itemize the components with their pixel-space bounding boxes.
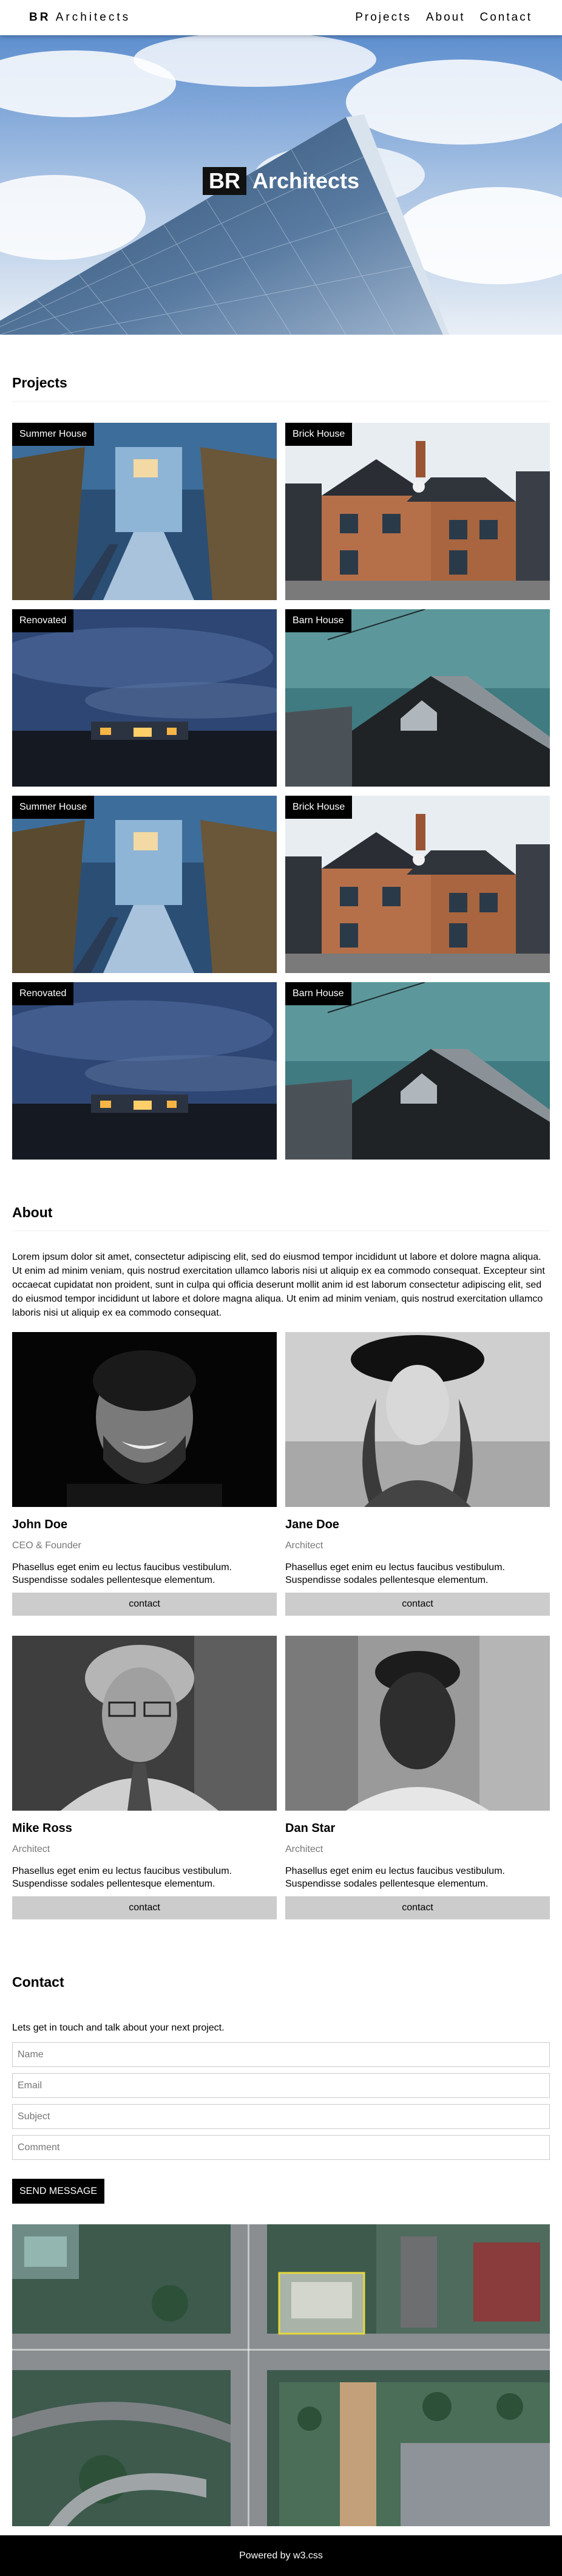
project-card[interactable]: Barn House bbox=[285, 982, 550, 1160]
project-label: Barn House bbox=[285, 609, 351, 632]
team-photo bbox=[285, 1332, 550, 1507]
project-card[interactable]: Brick House bbox=[285, 796, 550, 973]
team-role: Architect bbox=[12, 1844, 50, 1854]
barn-house-image bbox=[285, 609, 550, 787]
team-name: Jane Doe bbox=[285, 1518, 339, 1531]
contact-button[interactable]: contact bbox=[12, 1896, 277, 1919]
john-doe-photo bbox=[12, 1332, 277, 1507]
team-role: Architect bbox=[285, 1844, 323, 1854]
about-text: Lorem ipsum dolor sit amet, consectetur … bbox=[12, 1252, 545, 1318]
team-description: Phasellus eget enim eu lectus faucibus v… bbox=[12, 1866, 232, 1889]
barn-house-image bbox=[285, 982, 550, 1160]
contact-button[interactable]: contact bbox=[285, 1896, 550, 1919]
renovated-image bbox=[12, 982, 277, 1160]
summer-house-image bbox=[12, 423, 277, 600]
brick-house-image bbox=[285, 796, 550, 973]
contact-button[interactable]: contact bbox=[285, 1593, 550, 1616]
comment-field[interactable] bbox=[12, 2135, 550, 2160]
brand-link[interactable]: BR Architects bbox=[29, 0, 130, 35]
hero-title: BR Architects bbox=[0, 167, 562, 195]
team-name: John Doe bbox=[12, 1518, 68, 1531]
team-card: Dan Star Architect Phasellus eget enim e… bbox=[285, 1636, 550, 1919]
email-field[interactable] bbox=[12, 2073, 550, 2098]
nav-link-about[interactable]: About bbox=[419, 0, 473, 35]
jane-doe-photo bbox=[285, 1332, 550, 1507]
summer-house-image bbox=[12, 796, 277, 973]
project-label: Renovated bbox=[12, 982, 74, 1005]
aerial-city-image bbox=[12, 2224, 550, 2526]
team-name: Dan Star bbox=[285, 1822, 336, 1835]
about-heading: About bbox=[12, 1204, 550, 1231]
team-card: Jane Doe Architect Phasellus eget enim e… bbox=[285, 1332, 550, 1616]
project-card[interactable]: Summer House bbox=[12, 796, 277, 973]
brand-bold: BR bbox=[29, 11, 51, 24]
team-photo bbox=[285, 1636, 550, 1811]
team-description: Phasellus eget enim eu lectus faucibus v… bbox=[285, 1562, 505, 1585]
hero-title-text: Architects bbox=[252, 168, 360, 193]
subject-field[interactable] bbox=[12, 2104, 550, 2129]
contact-heading: Contact bbox=[12, 1974, 64, 1990]
hero-banner: BR Architects bbox=[0, 35, 562, 335]
dan-star-photo bbox=[285, 1636, 550, 1811]
project-card[interactable]: Renovated bbox=[12, 982, 277, 1160]
name-field[interactable] bbox=[12, 2042, 550, 2067]
project-label: Summer House bbox=[12, 423, 95, 446]
project-label: Renovated bbox=[12, 609, 74, 632]
team-card: Mike Ross Architect Phasellus eget enim … bbox=[12, 1636, 277, 1919]
project-card[interactable]: Renovated bbox=[12, 609, 277, 787]
nav-link-contact[interactable]: Contact bbox=[473, 0, 540, 35]
team-name: Mike Ross bbox=[12, 1822, 72, 1835]
brand-text: Architects bbox=[55, 11, 131, 24]
team-photo bbox=[12, 1636, 277, 1811]
contact-intro: Lets get in touch and talk about your ne… bbox=[12, 2023, 225, 2033]
renovated-image bbox=[12, 609, 277, 787]
aerial-map-image bbox=[12, 2224, 550, 2526]
project-label: Brick House bbox=[285, 423, 353, 446]
project-label: Brick House bbox=[285, 796, 353, 819]
footer-text: Powered by w3.css bbox=[239, 2550, 323, 2561]
team-card: John Doe CEO & Founder Phasellus eget en… bbox=[12, 1332, 277, 1616]
team-role: Architect bbox=[285, 1540, 323, 1551]
project-card[interactable]: Barn House bbox=[285, 609, 550, 787]
top-navbar: BR Architects Projects About Contact bbox=[0, 0, 562, 35]
nav-link-projects[interactable]: Projects bbox=[348, 0, 419, 35]
team-photo bbox=[12, 1332, 277, 1507]
nav-links: Projects About Contact bbox=[348, 0, 540, 35]
project-card[interactable]: Brick House bbox=[285, 423, 550, 600]
project-label: Summer House bbox=[12, 796, 95, 819]
projects-heading: Projects bbox=[12, 375, 550, 401]
team-role: CEO & Founder bbox=[12, 1540, 81, 1551]
project-label: Barn House bbox=[285, 982, 351, 1005]
team-description: Phasellus eget enim eu lectus faucibus v… bbox=[12, 1562, 232, 1585]
brick-house-image bbox=[285, 423, 550, 600]
hero-logo-box: BR bbox=[202, 167, 246, 195]
contact-button[interactable]: contact bbox=[12, 1593, 277, 1616]
project-card[interactable]: Summer House bbox=[12, 423, 277, 600]
send-message-button[interactable]: SEND MESSAGE bbox=[12, 2179, 104, 2204]
footer: Powered by w3.css bbox=[0, 2535, 562, 2576]
team-description: Phasellus eget enim eu lectus faucibus v… bbox=[285, 1866, 505, 1889]
mike-ross-photo bbox=[12, 1636, 277, 1811]
